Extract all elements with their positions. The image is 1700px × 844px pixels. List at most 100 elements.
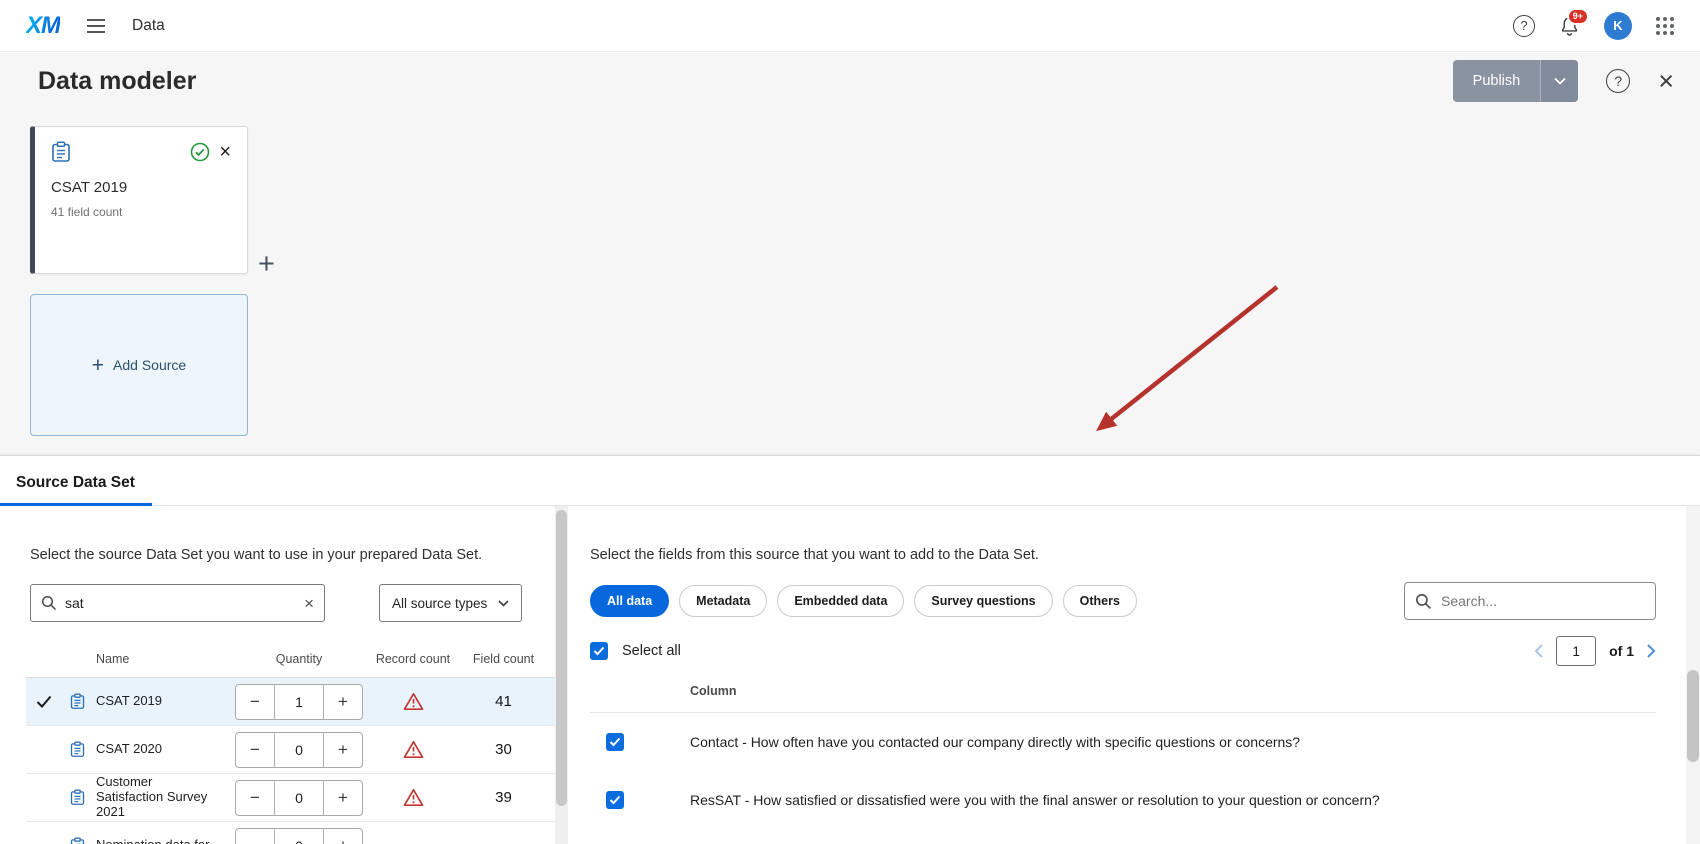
publish-dropdown-toggle[interactable] <box>1540 60 1578 102</box>
decrease-button[interactable]: − <box>236 685 274 719</box>
search-icon <box>41 595 57 611</box>
chevron-down-icon <box>1554 77 1566 85</box>
warning-icon <box>403 740 424 759</box>
source-name: Customer Satisfaction Survey 2021 <box>92 775 224 820</box>
check-icon <box>593 646 605 656</box>
column-header-quantity: Quantity <box>224 653 374 666</box>
source-type-dropdown[interactable]: All source types <box>379 584 522 622</box>
panel-scrollbar[interactable] <box>1686 506 1700 844</box>
increase-button[interactable]: + <box>324 733 362 767</box>
page-title: Data modeler <box>38 67 196 96</box>
source-card-field-count: 41 field count <box>51 205 231 219</box>
clear-search-icon[interactable]: × <box>304 595 314 612</box>
source-name: CSAT 2019 <box>92 694 224 709</box>
page-number-input[interactable] <box>1556 636 1596 666</box>
check-icon <box>609 737 621 747</box>
quantity-stepper[interactable]: − 0 + <box>235 780 363 816</box>
column-header-field-count: Field count <box>452 653 555 666</box>
quantity-stepper[interactable]: − 0 + <box>235 828 363 844</box>
source-search-box: × <box>30 584 325 622</box>
decrease-button[interactable]: − <box>236 781 274 815</box>
column-header: Column <box>590 684 1656 713</box>
hamburger-menu-icon[interactable] <box>86 18 106 34</box>
decrease-button[interactable]: − <box>236 733 274 767</box>
field-checkbox[interactable] <box>606 733 624 751</box>
panel-tab-bar: Source Data Set <box>0 456 1700 506</box>
avatar[interactable]: K <box>1604 12 1632 40</box>
notifications-button[interactable]: 9+ <box>1559 15 1580 37</box>
quantity-stepper[interactable]: − 1 + <box>235 684 363 720</box>
publish-label: Publish <box>1453 60 1541 102</box>
table-row[interactable]: Nomination data for − 0 + <box>26 822 555 844</box>
data-model-canvas: × CSAT 2019 41 field count + + Add Sourc… <box>0 110 1700 455</box>
source-search-input[interactable] <box>65 595 296 611</box>
column-header-name: Name <box>92 653 224 666</box>
header-actions: Publish ? × <box>1453 60 1674 102</box>
source-selection-pane: Select the source Data Set you want to u… <box>0 506 568 844</box>
table-row[interactable]: CSAT 2020 − 0 + 30 <box>26 726 555 774</box>
topbar-right: ? 9+ K <box>1513 12 1674 40</box>
pagination: of 1 <box>1534 636 1656 666</box>
document-icon <box>70 741 85 758</box>
field-search-box <box>1404 582 1656 620</box>
close-icon[interactable]: × <box>1658 68 1674 95</box>
table-row[interactable]: CSAT 2019 − 1 + 41 <box>26 678 555 726</box>
quantity-stepper[interactable]: − 0 + <box>235 732 363 768</box>
field-checkbox[interactable] <box>606 791 624 809</box>
red-annotation-arrow <box>0 110 1700 455</box>
source-table: Name Quantity Record count Field count C… <box>26 642 555 844</box>
table-row[interactable]: Customer Satisfaction Survey 2021 − 0 + … <box>26 774 555 822</box>
select-all-label: Select all <box>622 643 681 659</box>
field-filter-pills: All data Metadata Embedded data Survey q… <box>590 585 1137 617</box>
source-table-header: Name Quantity Record count Field count <box>26 642 555 678</box>
document-icon <box>70 789 85 806</box>
warning-icon <box>403 692 424 711</box>
scrollbar-thumb[interactable] <box>556 510 567 806</box>
field-row[interactable]: ResSAT - How satisfied or dissatisfied w… <box>590 771 1656 829</box>
filter-embedded-data[interactable]: Embedded data <box>777 585 904 617</box>
remove-source-icon[interactable]: × <box>219 142 231 162</box>
next-page-icon[interactable] <box>1647 644 1656 658</box>
increase-button[interactable]: + <box>324 781 362 815</box>
add-join-plus-icon[interactable]: + <box>258 250 275 279</box>
source-name: CSAT 2020 <box>92 742 224 757</box>
field-label: ResSAT - How satisfied or dissatisfied w… <box>690 792 1380 808</box>
field-count-value: 41 <box>452 693 555 710</box>
help-icon[interactable]: ? <box>1606 69 1630 93</box>
increase-button[interactable]: + <box>324 685 362 719</box>
source-type-label: All source types <box>392 596 487 611</box>
page-header: Data modeler Publish ? × <box>0 52 1700 110</box>
field-row[interactable]: Contact - How often have you contacted o… <box>590 713 1656 771</box>
notification-badge: 9+ <box>1567 8 1589 25</box>
select-all-checkbox[interactable] <box>590 642 608 660</box>
help-icon[interactable]: ? <box>1513 15 1535 37</box>
status-ok-icon <box>190 142 210 162</box>
filter-survey-questions[interactable]: Survey questions <box>914 585 1052 617</box>
filter-all-data[interactable]: All data <box>590 585 669 617</box>
check-icon <box>609 795 621 805</box>
app-title: Data <box>132 17 165 35</box>
tab-source-data-set[interactable]: Source Data Set <box>16 474 135 492</box>
publish-button[interactable]: Publish <box>1453 60 1579 102</box>
field-search-input[interactable] <box>1441 593 1645 609</box>
increase-button[interactable]: + <box>324 829 362 844</box>
previous-page-icon[interactable] <box>1534 644 1543 658</box>
decrease-button[interactable]: − <box>236 829 274 844</box>
scrollbar-thumb[interactable] <box>1687 670 1699 762</box>
field-count-value: 30 <box>452 741 555 758</box>
quantity-value: 0 <box>274 733 324 767</box>
apps-grid-icon[interactable] <box>1656 17 1674 35</box>
plus-icon: + <box>92 355 104 376</box>
column-header-record-count: Record count <box>374 653 452 666</box>
xm-logo[interactable]: XM <box>26 12 60 40</box>
quantity-value: 1 <box>274 685 324 719</box>
add-source-button[interactable]: + Add Source <box>30 294 248 436</box>
left-instruction: Select the source Data Set you want to u… <box>0 546 568 564</box>
selected-check-icon <box>36 695 52 708</box>
source-card-csat-2019[interactable]: × CSAT 2019 41 field count <box>30 126 248 274</box>
top-navigation-bar: XM Data ? 9+ K <box>0 0 1700 52</box>
filter-metadata[interactable]: Metadata <box>679 585 767 617</box>
filter-others[interactable]: Others <box>1063 585 1137 617</box>
field-count-value: 39 <box>452 789 555 806</box>
left-pane-scrollbar[interactable] <box>555 506 568 844</box>
